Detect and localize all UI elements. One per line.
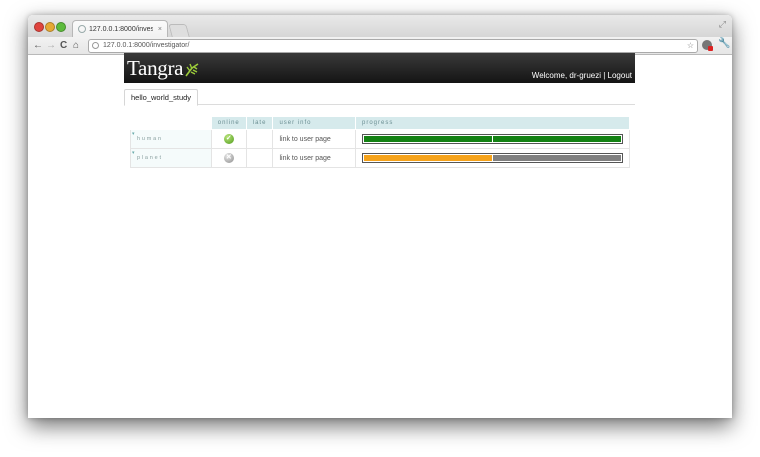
progress-cell — [355, 148, 630, 168]
table-row: ▾ human ✓ link to user page — [130, 129, 630, 149]
user-page-link[interactable]: link to user page — [279, 155, 330, 162]
zoom-window-button[interactable] — [56, 22, 66, 32]
fullscreen-icon[interactable]: ⤢ — [719, 19, 726, 30]
online-cell: ✕ — [210, 148, 247, 168]
progress-segment-in-progress[interactable] — [364, 155, 492, 161]
page-icon — [92, 42, 99, 49]
progress-bar — [362, 134, 623, 144]
name-column-header — [130, 116, 212, 130]
participant-name-cell[interactable]: ▾ planet — [130, 148, 212, 168]
bookmark-star-icon[interactable]: ☆ — [687, 40, 694, 52]
offline-icon: ✕ — [223, 153, 234, 163]
app-logo[interactable]: Tangra — [127, 56, 184, 81]
table-row: ▾ planet ✕ link to user page — [130, 148, 630, 168]
welcome-text: Welcome, dr-gruezi — [531, 71, 601, 80]
participant-name-cell[interactable]: ▾ human — [130, 129, 212, 149]
browser-tab[interactable]: 127.0.0.1:8000/investigator/ × — [72, 20, 168, 37]
participant-name: planet — [137, 155, 163, 161]
expand-marker-icon[interactable]: ▾ — [132, 150, 135, 156]
late-cell — [245, 129, 274, 149]
late-cell — [245, 148, 274, 168]
progress-cell — [355, 129, 630, 149]
browser-window: 127.0.0.1:8000/investigator/ × ⤢ ← → C ⌂… — [28, 15, 732, 418]
study-tabs: hello_world_study — [124, 89, 635, 106]
minimize-window-button[interactable] — [45, 22, 55, 32]
late-column-header: late — [245, 116, 274, 130]
online-cell: ✓ — [210, 129, 247, 149]
user-info-column-header: user info — [272, 116, 356, 130]
new-tab-button[interactable] — [168, 24, 190, 37]
progress-column-header: progress — [355, 116, 630, 130]
logout-link[interactable]: Logout — [608, 71, 632, 80]
user-info-cell: link to user page — [272, 148, 356, 168]
close-window-button[interactable] — [34, 22, 44, 32]
url-text: 127.0.0.1:8000/investigator/ — [103, 42, 190, 49]
tab-strip: 127.0.0.1:8000/investigator/ × ⤢ — [28, 15, 732, 38]
table-header-row: online late user info progress — [130, 116, 630, 130]
app-header: Tangra Welcome, dr-gruezi | Logout — [124, 53, 635, 83]
back-button[interactable]: ← — [33, 38, 43, 53]
forward-button[interactable]: → — [46, 38, 56, 53]
online-column-header: online — [210, 116, 247, 130]
participants-table: online late user info progress ▾ human ✓ li… — [130, 116, 630, 168]
progress-segment-complete[interactable] — [493, 136, 621, 142]
welcome-area: Welcome, dr-gruezi | Logout — [532, 71, 632, 80]
tab-hello-world-study[interactable]: hello_world_study — [124, 89, 199, 106]
user-page-link[interactable]: link to user page — [279, 136, 330, 143]
participant-name: human — [137, 136, 163, 142]
tab-close-icon[interactable]: × — [158, 21, 162, 38]
tab-title: 127.0.0.1:8000/investigator/ — [89, 26, 153, 33]
home-button[interactable]: ⌂ — [73, 38, 79, 53]
reload-button[interactable]: C — [60, 38, 67, 53]
user-info-cell: link to user page — [272, 129, 356, 149]
progress-segment-pending[interactable] — [493, 155, 621, 161]
extension-badge — [708, 46, 713, 51]
progress-bar — [362, 153, 623, 163]
address-bar[interactable]: 127.0.0.1:8000/investigator/ ☆ — [88, 39, 698, 53]
check-icon: ✓ — [223, 134, 234, 144]
expand-marker-icon[interactable]: ▾ — [132, 131, 135, 137]
leaf-logo-icon — [185, 63, 199, 77]
progress-segment-complete[interactable] — [364, 136, 492, 142]
globe-icon — [78, 25, 86, 33]
wrench-icon[interactable]: 🔧 — [718, 38, 730, 49]
